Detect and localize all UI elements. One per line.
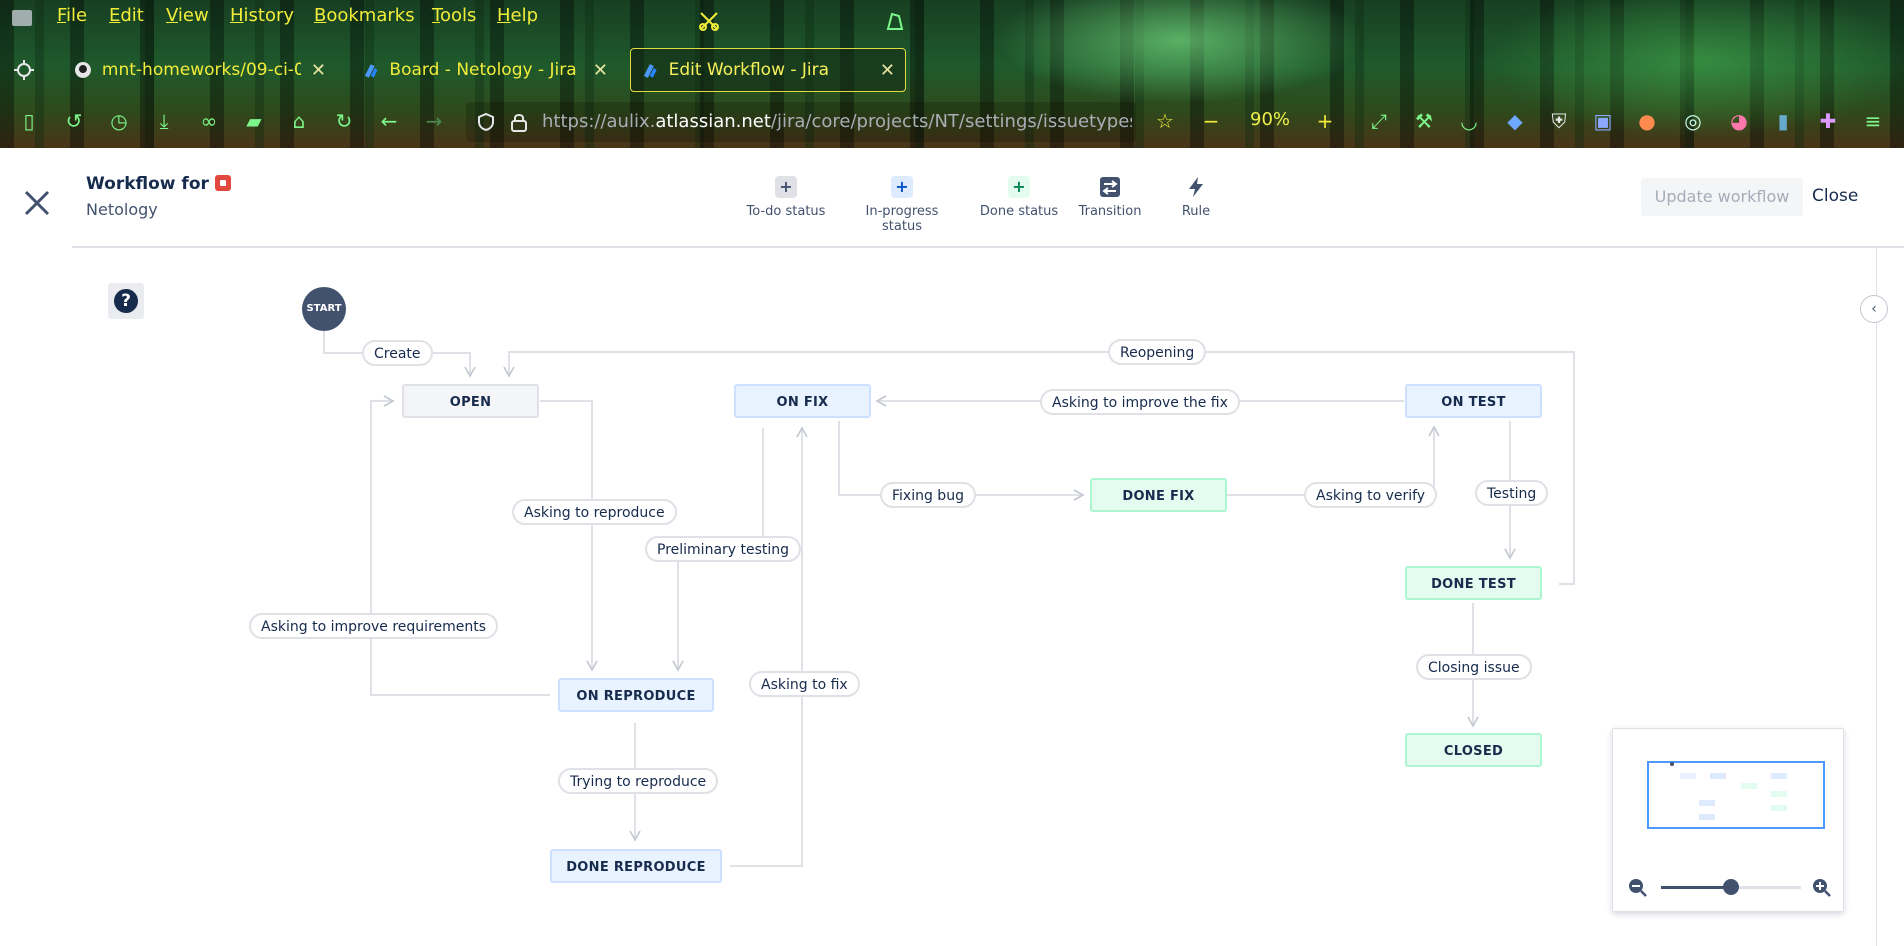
zoom-in-icon[interactable]: [1811, 877, 1831, 897]
transition-fixing-bug[interactable]: Fixing bug: [880, 482, 976, 508]
start-node[interactable]: START: [302, 287, 346, 331]
zoom-slider[interactable]: [1661, 879, 1801, 895]
help-icon: ?: [114, 289, 138, 313]
status-done-reproduce[interactable]: DONE REPRODUCE: [550, 849, 722, 883]
status-on-fix[interactable]: ON FIX: [734, 384, 871, 418]
connector-improve-requirements: [370, 395, 550, 696]
minimap-node: [1741, 783, 1757, 789]
help-button[interactable]: ?: [108, 283, 144, 319]
minimap-node: [1771, 805, 1787, 811]
transition-reproduce[interactable]: Asking to reproduce: [512, 499, 677, 525]
transition-testing[interactable]: Testing: [1475, 480, 1549, 506]
transition-ask-fix[interactable]: Asking to fix: [749, 671, 860, 697]
minimap-node: [1699, 814, 1715, 820]
transition-improve-requirements[interactable]: Asking to improve requirements: [249, 613, 499, 639]
status-done-fix[interactable]: DONE FIX: [1090, 478, 1227, 512]
minimap-node: [1771, 791, 1787, 797]
minimap-node: [1710, 773, 1726, 779]
minimap-node: [1699, 800, 1715, 806]
chevron-left-icon: ‹: [1871, 301, 1877, 317]
transition-preliminary[interactable]: Preliminary testing: [645, 536, 802, 562]
connector-reproduce: [540, 400, 598, 672]
minimap-node: [1680, 773, 1696, 779]
minimap-node: [1771, 773, 1787, 779]
transition-improve-fix[interactable]: Asking to improve the fix: [1040, 389, 1240, 415]
zoom-slider-handle[interactable]: [1723, 879, 1739, 895]
transition-verify[interactable]: Asking to verify: [1304, 482, 1438, 508]
transition-trying[interactable]: Trying to reproduce: [558, 768, 719, 794]
minimap[interactable]: [1612, 728, 1844, 912]
status-open[interactable]: OPEN: [402, 384, 539, 418]
status-done-test[interactable]: DONE TEST: [1405, 566, 1542, 600]
minimap-viewport[interactable]: [1647, 761, 1825, 829]
transition-reopening[interactable]: Reopening: [1108, 339, 1207, 365]
zoom-slider-fill: [1661, 886, 1731, 889]
sidebar-divider: [1876, 248, 1877, 946]
status-closed[interactable]: CLOSED: [1405, 733, 1542, 767]
minimap-start: [1670, 762, 1674, 766]
status-on-reproduce[interactable]: ON REPRODUCE: [558, 678, 714, 712]
transition-closing[interactable]: Closing issue: [1416, 654, 1532, 680]
zoom-out-icon[interactable]: [1627, 877, 1647, 897]
collapse-panel-button[interactable]: ‹: [1860, 295, 1888, 323]
connector-ask-fix: [730, 426, 808, 867]
transition-create[interactable]: Create: [362, 340, 433, 366]
status-on-test[interactable]: ON TEST: [1405, 384, 1542, 418]
